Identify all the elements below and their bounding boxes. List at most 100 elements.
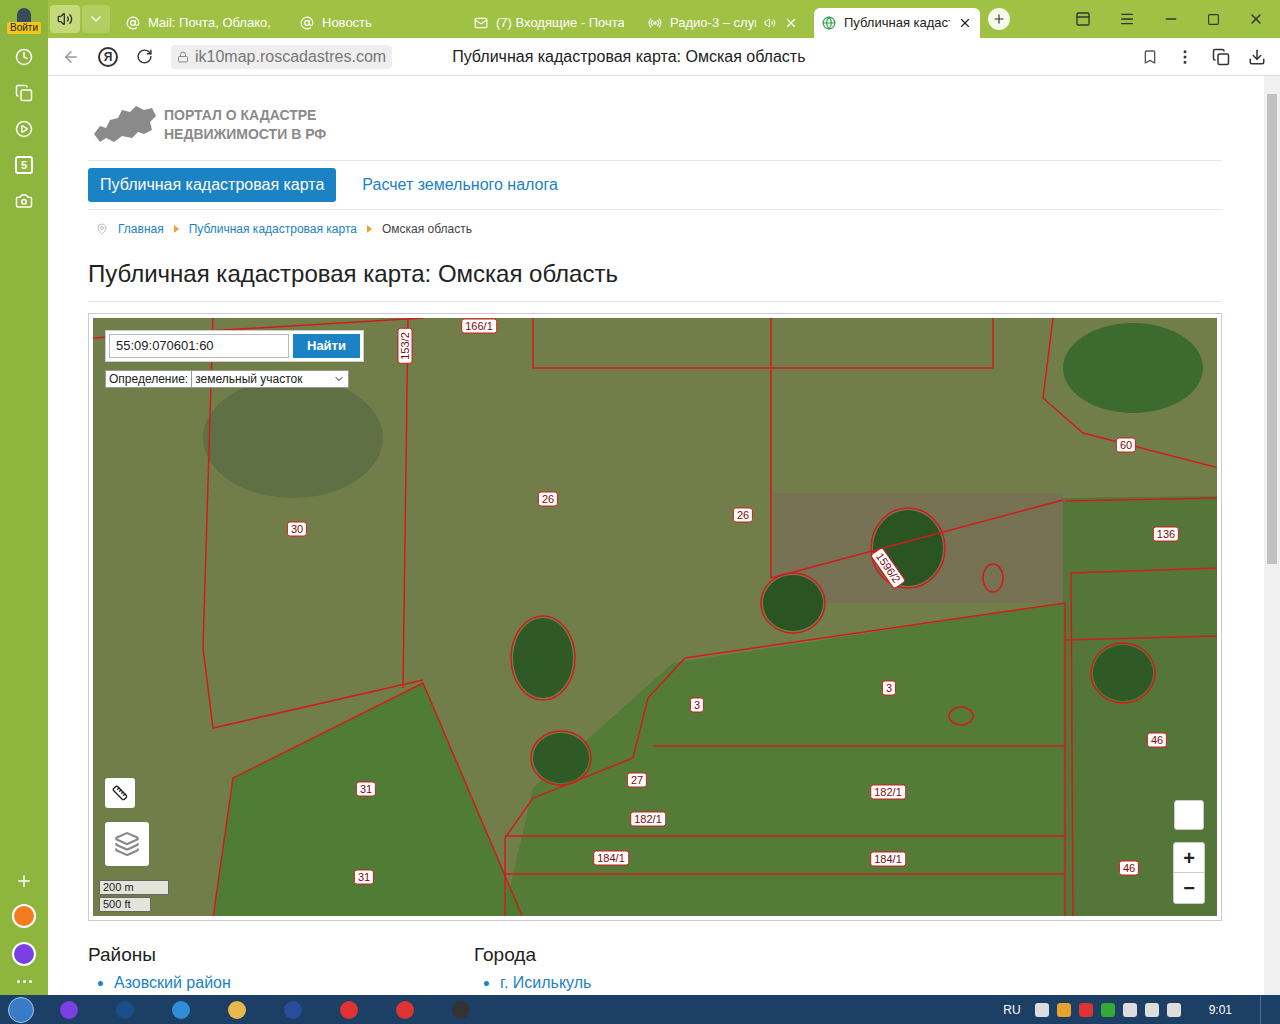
alice-icon[interactable] xyxy=(12,942,36,966)
tray-icon[interactable] xyxy=(1123,1003,1137,1017)
tray-icon[interactable] xyxy=(1145,1003,1159,1017)
scrollbar-thumb[interactable] xyxy=(1267,94,1277,564)
parcel-label[interactable]: 3 xyxy=(882,681,896,696)
site-logo[interactable]: ПОРТАЛ О КАДАСТРЕНЕДВИЖИМОСТИ В РФ xyxy=(88,100,1222,150)
more-icon[interactable] xyxy=(17,980,32,983)
parcel-label[interactable]: 26 xyxy=(733,508,753,523)
tray-icon[interactable] xyxy=(1079,1003,1093,1017)
parcel-label[interactable]: 31 xyxy=(354,870,374,885)
russia-map-icon xyxy=(92,104,158,146)
browser-tab[interactable]: Радио-3 – слуш xyxy=(640,8,806,38)
type-select[interactable]: земельный участок xyxy=(191,370,348,388)
list-link[interactable]: г. Исилькуль xyxy=(500,973,860,993)
tray-icon[interactable] xyxy=(1057,1003,1071,1017)
downloads-icon[interactable] xyxy=(1248,48,1266,66)
parcel-label[interactable]: 153/2 xyxy=(398,328,413,364)
browser-tab[interactable]: (7) Входящие - Почта xyxy=(466,8,632,38)
parcel-label[interactable]: 182/1 xyxy=(630,812,666,827)
parcel-label[interactable]: 3 xyxy=(690,698,704,713)
login-button[interactable]: Войти xyxy=(7,4,41,34)
zoom-button[interactable]: − xyxy=(1174,873,1204,903)
nav-item[interactable]: Расчет земельного налога xyxy=(350,168,570,202)
nav-item[interactable]: Публичная кадастровая карта xyxy=(88,168,336,202)
close-tab-icon[interactable] xyxy=(958,16,972,30)
parcel-label[interactable]: 136 xyxy=(1153,527,1179,542)
dropdown-icon xyxy=(333,373,345,385)
close-tab-icon[interactable] xyxy=(784,16,798,30)
parcel-label[interactable]: 46 xyxy=(1119,861,1139,876)
list-link[interactable]: Азовский район xyxy=(114,973,474,993)
parcel-label[interactable]: 31 xyxy=(356,782,376,797)
layers-button[interactable] xyxy=(105,822,149,866)
parcel-label[interactable]: 166/1 xyxy=(461,319,497,334)
more-options-icon[interactable] xyxy=(1176,48,1194,66)
zoom-button[interactable]: + xyxy=(1174,843,1204,873)
browser-tab[interactable]: Новость xyxy=(292,8,458,38)
search-button[interactable]: Найти xyxy=(293,334,360,358)
menu-icon[interactable] xyxy=(1119,11,1135,27)
parcel-label[interactable]: 30 xyxy=(287,522,307,537)
taskbar-app-icon[interactable] xyxy=(384,997,426,1023)
show-desktop-button[interactable] xyxy=(1260,995,1272,1024)
tab-favicon-icon xyxy=(474,16,488,30)
start-button[interactable] xyxy=(8,997,34,1023)
new-tab-button[interactable] xyxy=(988,8,1010,30)
browser-tab[interactable]: Mail: Почта, Облако, xyxy=(118,8,284,38)
tray-icon[interactable] xyxy=(1035,1003,1049,1017)
sound-icon[interactable] xyxy=(764,17,776,29)
reload-icon[interactable] xyxy=(136,48,153,65)
tray-icon[interactable] xyxy=(1167,1003,1181,1017)
parcel-label[interactable]: 26 xyxy=(538,492,558,507)
video-icon[interactable] xyxy=(15,120,33,138)
fullscreen-button[interactable] xyxy=(1174,800,1204,830)
parcel-label[interactable]: 27 xyxy=(627,773,647,788)
badge[interactable]: 5 xyxy=(15,156,33,174)
yandex-button[interactable]: Я xyxy=(98,47,118,67)
taskbar-app-icon[interactable] xyxy=(48,997,90,1023)
clock[interactable]: 9:01 xyxy=(1195,1001,1246,1019)
parcel-label[interactable]: 184/1 xyxy=(870,852,906,867)
search-input[interactable]: 55:09:070601:60 xyxy=(109,334,289,358)
restore-icon[interactable] xyxy=(1207,13,1220,26)
map[interactable]: 166/1153/2602626301361596/2334627182/118… xyxy=(93,318,1217,916)
breadcrumb: Омская область xyxy=(382,220,472,238)
tab-favicon-icon xyxy=(822,16,836,30)
tabs-menu-button[interactable] xyxy=(82,5,110,33)
parcel-label[interactable]: 184/1 xyxy=(593,851,629,866)
screen: Войти 5 Mail: Почта, Облако, Новость (7) Вх… xyxy=(0,0,1280,1024)
tab-title: (7) Входящие - Почта xyxy=(496,13,624,33)
add-icon[interactable] xyxy=(15,872,33,890)
close-window-icon[interactable] xyxy=(1248,11,1264,27)
sound-button[interactable] xyxy=(50,5,80,33)
breadcrumb[interactable]: Публичная кадастровая карта xyxy=(189,220,357,238)
taskbar-app-icon[interactable] xyxy=(328,997,370,1023)
tabs-panel-icon[interactable] xyxy=(1075,11,1091,27)
taskbar-app-icon[interactable] xyxy=(272,997,314,1023)
bookmark-icon[interactable] xyxy=(1142,49,1158,65)
parcel-label[interactable]: 46 xyxy=(1147,733,1167,748)
minimize-icon[interactable] xyxy=(1163,11,1179,27)
taskbar-app-icon[interactable] xyxy=(160,997,202,1023)
taskbar-app-icon[interactable] xyxy=(104,997,146,1023)
screenshot-icon[interactable] xyxy=(15,192,33,210)
language-indicator[interactable]: RU xyxy=(1003,1001,1020,1019)
breadcrumb[interactable]: Главная xyxy=(118,220,164,238)
parcel-label[interactable]: 60 xyxy=(1116,438,1136,453)
page-heading: Публичная кадастровая карта: Омская обла… xyxy=(88,259,1222,302)
collections-icon[interactable] xyxy=(15,84,33,102)
taskbar-app-icon[interactable] xyxy=(216,997,258,1023)
scale-bar: 200 m500 ft xyxy=(99,880,169,912)
scrollbar[interactable] xyxy=(1264,76,1280,995)
extensions-icon[interactable] xyxy=(1212,48,1230,66)
browser-tab[interactable]: Публичная кадаст xyxy=(814,8,980,38)
url-field[interactable]: ik10map.roscadastres.comПубличная кадаст… xyxy=(171,43,1158,71)
list-title: Районы xyxy=(88,943,474,967)
mail-app-icon[interactable] xyxy=(12,904,36,928)
tray-icon[interactable] xyxy=(1101,1003,1115,1017)
taskbar-app-icon[interactable] xyxy=(440,997,482,1023)
parcel-label[interactable]: 182/1 xyxy=(870,785,906,800)
layers-icon xyxy=(114,831,140,857)
ruler-button[interactable] xyxy=(105,778,135,808)
history-icon[interactable] xyxy=(15,48,33,66)
back-icon[interactable] xyxy=(62,48,80,66)
